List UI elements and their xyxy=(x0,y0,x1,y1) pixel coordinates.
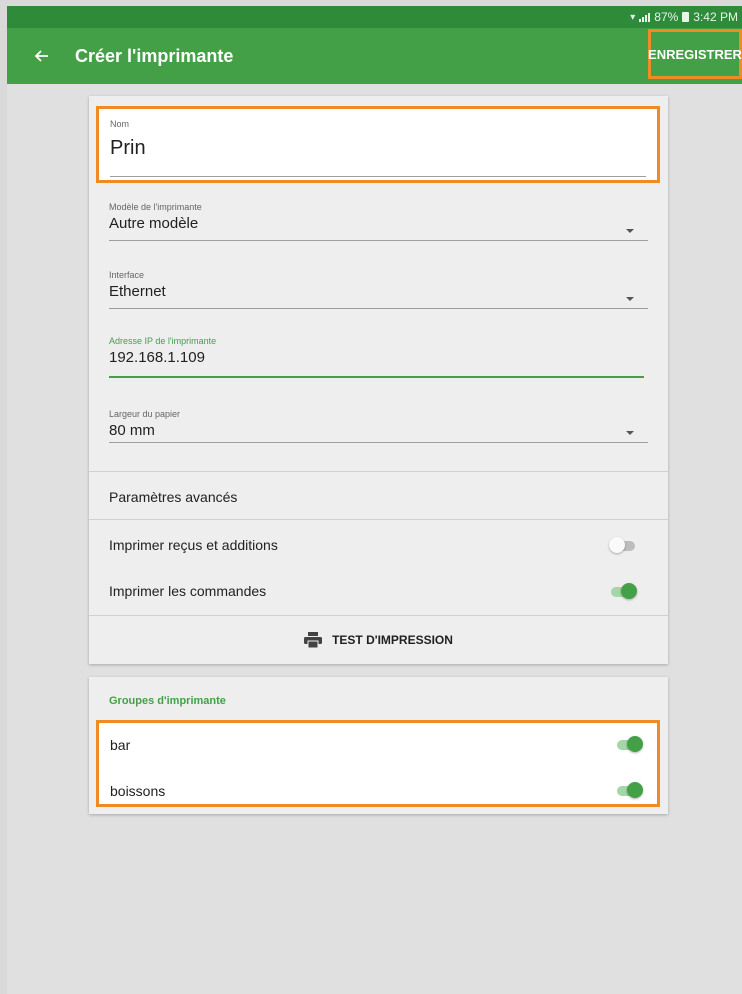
model-underline xyxy=(109,240,648,241)
battery-icon xyxy=(682,12,690,22)
model-select[interactable]: Modèle de l'imprimante Autre modèle xyxy=(109,202,648,241)
model-value: Autre modèle xyxy=(109,215,199,232)
printer-groups-card: Groupes d'imprimante bar boissons xyxy=(89,677,668,814)
advanced-settings-title: Paramètres avancés xyxy=(109,489,238,505)
print-orders-toggle[interactable] xyxy=(609,583,637,599)
chevron-down-icon xyxy=(626,297,634,301)
app-bar: Créer l'imprimante ENREGISTRER xyxy=(7,28,742,84)
name-field[interactable]: Nom Prin xyxy=(110,119,646,177)
print-receipts-toggle[interactable] xyxy=(609,537,637,553)
paper-width-select[interactable]: Largeur du papier 80 mm xyxy=(109,409,648,443)
ip-input[interactable]: 192.168.1.109 xyxy=(109,349,644,366)
interface-select[interactable]: Interface Ethernet xyxy=(109,270,648,309)
name-field-highlight: Nom Prin xyxy=(96,106,660,183)
name-label: Nom xyxy=(110,119,130,129)
chevron-down-icon xyxy=(626,229,634,233)
print-receipts-label: Imprimer reçus et additions xyxy=(109,537,278,553)
group-bar-toggle[interactable] xyxy=(615,736,643,752)
name-input[interactable]: Prin xyxy=(110,137,646,160)
interface-underline xyxy=(109,308,648,309)
battery-percent: 87% xyxy=(654,10,679,24)
save-button[interactable]: ENREGISTRER xyxy=(648,29,742,79)
group-item-label: bar xyxy=(110,737,131,753)
ip-address-field[interactable]: Adresse IP de l'imprimante 192.168.1.109 xyxy=(109,336,644,378)
group-item-label: boissons xyxy=(110,783,166,799)
ip-underline xyxy=(109,376,644,378)
divider xyxy=(89,519,668,520)
groups-highlight: bar boissons xyxy=(96,720,660,807)
printer-icon xyxy=(304,632,323,648)
printer-groups-title: Groupes d'imprimante xyxy=(109,695,226,707)
status-bar: ▾ 87% 3:42 PM xyxy=(7,6,742,28)
test-print-button[interactable]: TEST D'IMPRESSION xyxy=(89,616,668,664)
ip-label: Adresse IP de l'imprimante xyxy=(109,336,217,346)
interface-label: Interface xyxy=(109,270,145,280)
page-title: Créer l'imprimante xyxy=(75,45,234,66)
print-orders-label: Imprimer les commandes xyxy=(109,583,267,599)
clock: 3:42 PM xyxy=(693,10,738,24)
divider xyxy=(89,471,668,472)
chevron-down-icon xyxy=(626,431,634,435)
name-underline xyxy=(110,176,646,177)
wifi-icon: ▾ xyxy=(630,11,636,23)
test-print-label: TEST D'IMPRESSION xyxy=(332,633,453,647)
model-label: Modèle de l'imprimante xyxy=(109,202,202,212)
paper-label: Largeur du papier xyxy=(109,409,181,419)
group-boissons-toggle[interactable] xyxy=(615,782,643,798)
back-arrow-icon[interactable] xyxy=(31,46,51,66)
signal-icon xyxy=(639,12,651,22)
interface-value: Ethernet xyxy=(109,283,166,300)
printer-settings-card: Nom Prin Modèle de l'imprimante Autre mo… xyxy=(89,96,668,664)
paper-underline xyxy=(109,442,648,443)
paper-value: 80 mm xyxy=(109,422,155,439)
